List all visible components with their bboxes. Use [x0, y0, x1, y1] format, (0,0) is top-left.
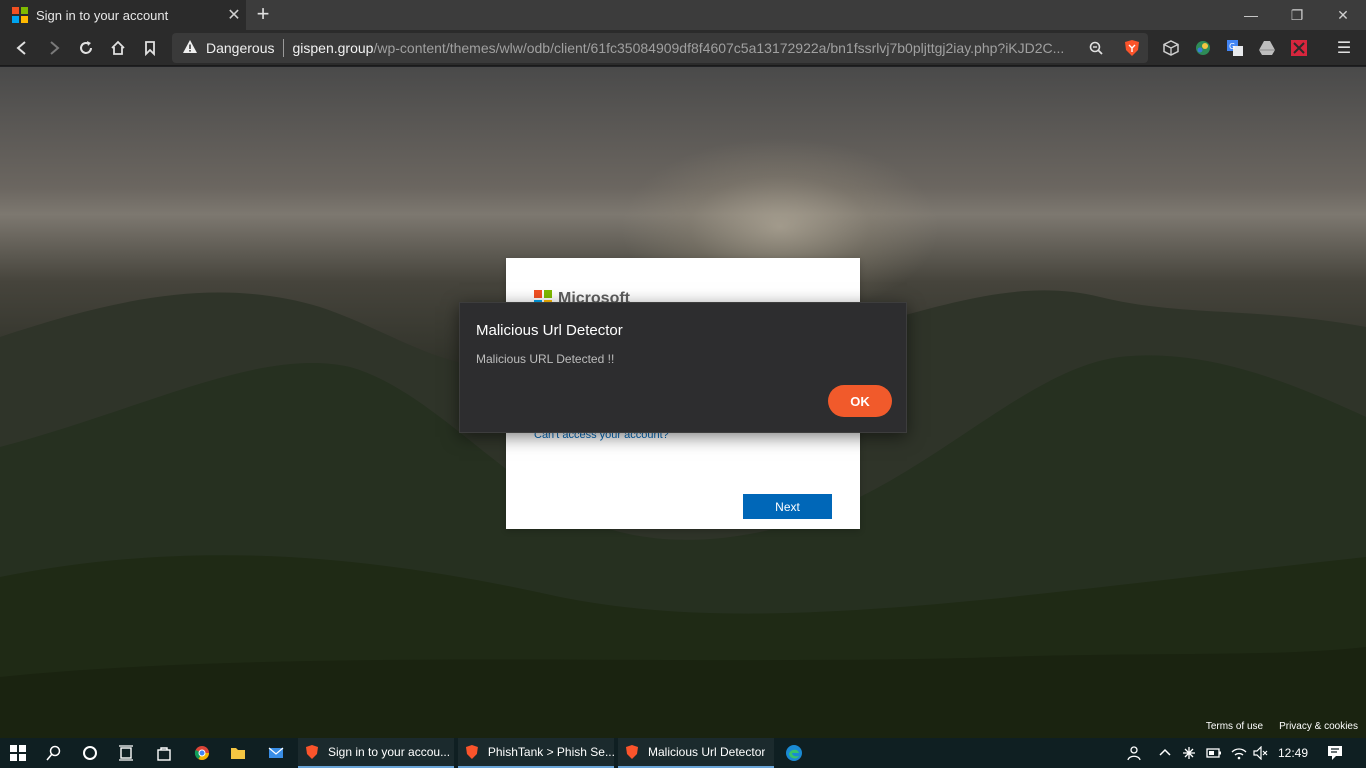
brave-icon	[465, 745, 478, 759]
cube-extension-icon[interactable]	[1162, 39, 1180, 57]
globe-extension-icon[interactable]	[1194, 39, 1212, 57]
people-icon[interactable]	[1122, 738, 1148, 768]
omnibox-divider	[282, 39, 284, 57]
microsoft-logo-icon	[12, 7, 28, 23]
taskbar-item-label: Sign in to your accou...	[328, 745, 451, 759]
address-bar[interactable]: Dangerous gispen.group /wp-content/theme…	[172, 33, 1148, 63]
terms-of-use-link[interactable]: Terms of use	[1206, 721, 1263, 732]
home-icon[interactable]	[104, 34, 132, 62]
tab-close-icon[interactable]: ✕	[222, 5, 246, 25]
tab-title: Sign in to your account	[36, 7, 169, 23]
reload-icon[interactable]	[72, 34, 100, 62]
menu-icon[interactable]: ☰	[1330, 34, 1358, 62]
search-icon[interactable]	[36, 738, 72, 768]
new-tab-button[interactable]: +	[250, 2, 276, 28]
url-host: gispen.group	[292, 40, 374, 56]
drive-extension-icon[interactable]	[1258, 39, 1276, 57]
minimize-button[interactable]: —	[1228, 0, 1274, 30]
mail-icon[interactable]	[258, 738, 294, 768]
taskbar-item-phishtank[interactable]: PhishTank > Phish Se...	[458, 738, 614, 768]
privacy-cookies-link[interactable]: Privacy & cookies	[1279, 721, 1358, 732]
back-icon[interactable]	[8, 34, 36, 62]
wifi-icon[interactable]	[1228, 738, 1250, 768]
volume-muted-icon[interactable]	[1250, 738, 1272, 768]
chrome-icon[interactable]	[184, 738, 220, 768]
warning-icon	[182, 39, 200, 57]
bookmark-icon[interactable]	[136, 34, 164, 62]
svg-text:G: G	[1229, 42, 1235, 51]
next-button[interactable]: Next	[743, 494, 832, 519]
dialog-title: Malicious Url Detector	[476, 322, 623, 339]
brave-icon	[306, 745, 318, 759]
zoom-icon[interactable]	[1082, 34, 1110, 62]
taskbar-item-detector[interactable]: Malicious Url Detector	[618, 738, 774, 768]
taskbar-item-signin[interactable]: Sign in to your accou...	[298, 738, 454, 768]
page-footer: Terms of use Privacy & cookies	[1206, 721, 1358, 732]
dialog-message: Malicious URL Detected !!	[476, 352, 615, 366]
battery-icon[interactable]	[1202, 738, 1226, 768]
dropbox-icon[interactable]	[1178, 738, 1200, 768]
brave-icon	[626, 745, 638, 759]
browser-toolbar: Dangerous gispen.group /wp-content/theme…	[0, 30, 1366, 66]
task-view-icon[interactable]	[108, 738, 144, 768]
file-explorer-icon[interactable]	[220, 738, 256, 768]
edge-icon[interactable]	[776, 738, 812, 768]
taskbar-item-label: Malicious Url Detector	[648, 745, 766, 759]
red-extension-icon[interactable]	[1290, 39, 1308, 57]
taskbar-item-label: PhishTank > Phish Se...	[487, 745, 614, 759]
browser-tab-active[interactable]: Sign in to your account ✕	[0, 0, 246, 30]
clock[interactable]: 12:49	[1274, 738, 1312, 768]
malicious-url-alert-dialog: Malicious Url Detector Malicious URL Det…	[459, 302, 907, 433]
store-icon[interactable]	[146, 738, 182, 768]
security-status-label[interactable]: Dangerous	[206, 40, 275, 56]
windows-taskbar: Sign in to your accou... PhishTank > Phi…	[0, 738, 1366, 768]
translate-extension-icon[interactable]: G	[1226, 39, 1244, 57]
close-window-button[interactable]: ✕	[1320, 0, 1366, 30]
action-center-icon[interactable]	[1320, 738, 1350, 768]
windows-start-icon[interactable]	[0, 738, 36, 768]
ok-button[interactable]: OK	[828, 385, 892, 417]
cortana-icon[interactable]	[72, 738, 108, 768]
tab-bar: Sign in to your account ✕ + — ❐ ✕	[0, 0, 1366, 30]
restore-button[interactable]: ❐	[1274, 0, 1320, 30]
url-path: /wp-content/themes/wlw/odb/client/61fc35…	[373, 40, 1065, 56]
chevron-up-icon[interactable]	[1154, 738, 1176, 768]
forward-icon[interactable]	[40, 34, 68, 62]
brave-shield-icon[interactable]	[1118, 34, 1146, 62]
